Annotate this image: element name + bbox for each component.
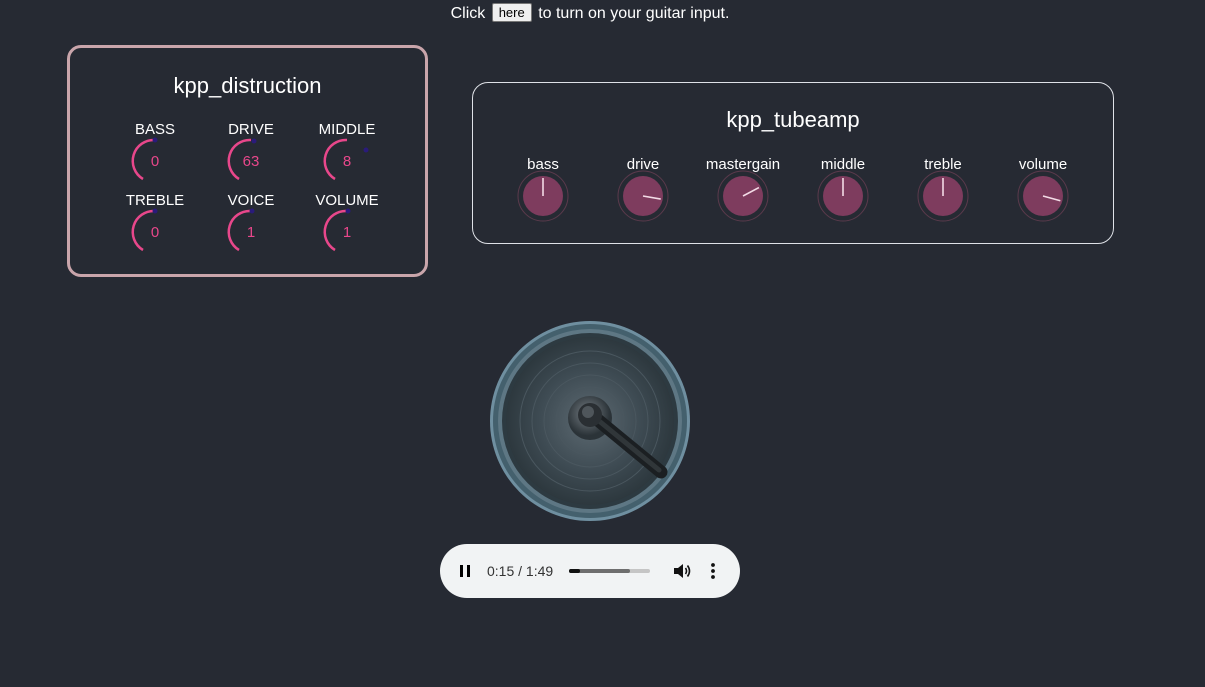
volume-icon[interactable] <box>672 562 692 580</box>
distortion-panel: kpp_distruction BASS 0 DRIVE 63 MIDDLE 8… <box>67 45 428 277</box>
distortion-knob-voice[interactable]: VOICE 1 <box>203 192 299 262</box>
playback-time: 0:15 / 1:49 <box>487 563 554 579</box>
speaker-image <box>490 321 690 521</box>
knob-dial[interactable] <box>917 170 969 222</box>
knob-value: 0 <box>151 153 159 170</box>
tubeamp-knob-middle[interactable]: middle <box>793 156 893 226</box>
seek-progress <box>569 569 581 573</box>
knob-value: 1 <box>343 224 351 241</box>
more-vertical-icon[interactable] <box>706 561 720 581</box>
tubeamp-panel: kpp_tubeamp bass drive mastergain middle <box>472 82 1114 244</box>
tubeamp-knob-bass[interactable]: bass <box>493 156 593 226</box>
knob-dial[interactable] <box>517 170 569 222</box>
knob-dial[interactable]: 63 <box>226 136 276 186</box>
prompt-text-before: Click <box>450 5 486 22</box>
distortion-knob-middle[interactable]: MIDDLE 8 <box>299 121 395 191</box>
knob-dial[interactable]: 1 <box>226 207 276 257</box>
knob-dial[interactable]: 8 <box>322 136 372 186</box>
knob-dial[interactable] <box>617 170 669 222</box>
knob-dial[interactable]: 0 <box>130 207 180 257</box>
knob-value: 63 <box>243 153 260 170</box>
knob-dial[interactable]: 1 <box>322 207 372 257</box>
tubeamp-knob-drive[interactable]: drive <box>593 156 693 226</box>
tubeamp-knob-treble[interactable]: treble <box>893 156 993 226</box>
knob-dial[interactable] <box>1017 170 1069 222</box>
knob-value: 1 <box>247 224 255 241</box>
distortion-knob-treble[interactable]: TREBLE 0 <box>107 192 203 262</box>
pause-icon[interactable] <box>458 563 472 579</box>
knob-dial[interactable] <box>717 170 769 222</box>
knob-value: 0 <box>151 224 159 241</box>
knob-dial[interactable]: 0 <box>130 136 180 186</box>
seek-bar[interactable] <box>569 569 650 573</box>
guitar-input-prompt: Click here to turn on your guitar input. <box>0 3 1180 24</box>
knob-dial[interactable] <box>817 170 869 222</box>
prompt-text-after: to turn on your guitar input. <box>538 5 730 22</box>
tubeamp-title: kpp_tubeamp <box>726 107 860 132</box>
audio-player: 0:15 / 1:49 <box>440 544 740 598</box>
tubeamp-knob-volume[interactable]: volume <box>993 156 1093 226</box>
enable-guitar-input-button[interactable]: here <box>491 3 532 22</box>
distortion-knob-bass[interactable]: BASS 0 <box>107 121 203 191</box>
knob-value: 8 <box>343 153 351 170</box>
distortion-title: kpp_distruction <box>173 73 322 98</box>
distortion-knob-drive[interactable]: DRIVE 63 <box>203 121 299 191</box>
tubeamp-knob-mastergain[interactable]: mastergain <box>693 156 793 226</box>
distortion-knob-volume[interactable]: VOLUME 1 <box>299 192 395 262</box>
